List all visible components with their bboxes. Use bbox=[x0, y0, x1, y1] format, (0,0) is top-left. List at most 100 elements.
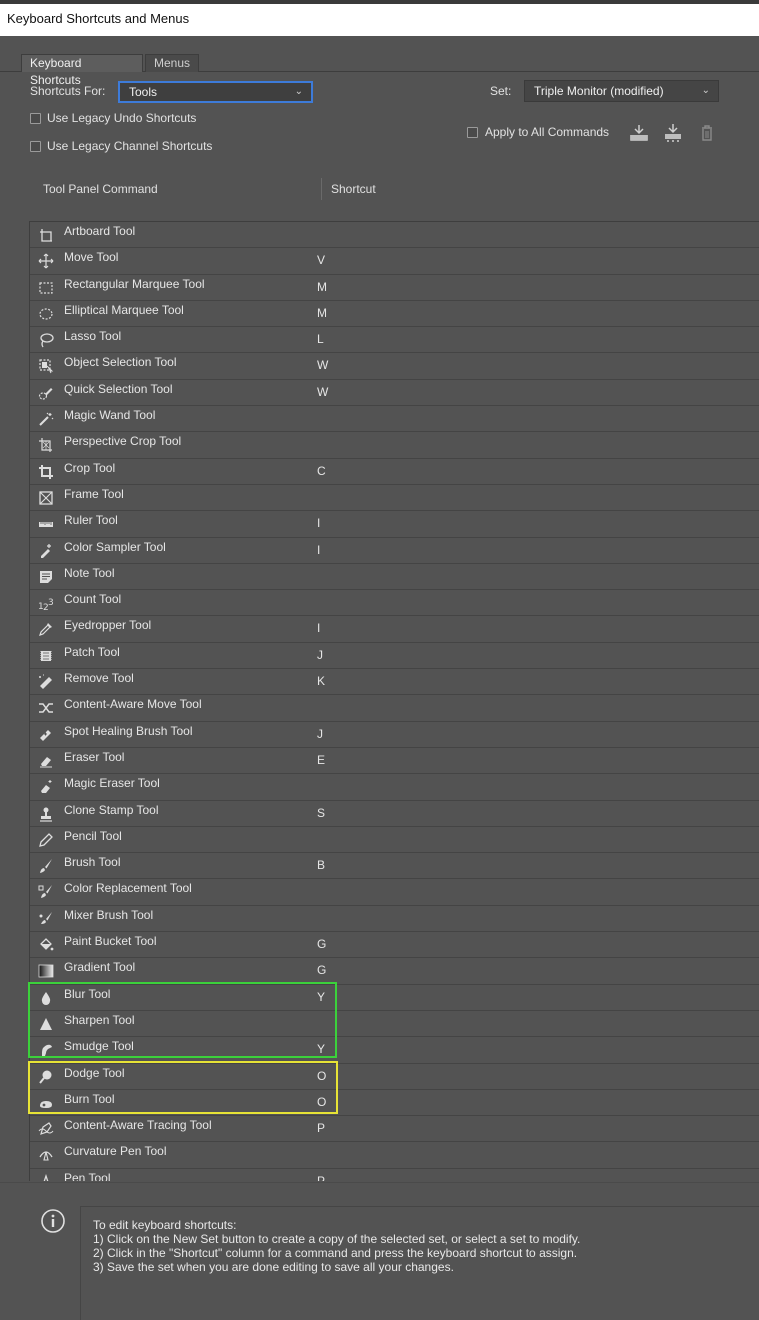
apply-all-checkbox[interactable] bbox=[467, 127, 478, 138]
ruler-icon bbox=[38, 516, 54, 532]
tab-keyboard-shortcuts[interactable]: Keyboard Shortcuts bbox=[21, 54, 143, 87]
tab-strip: Keyboard Shortcuts Menus bbox=[0, 54, 759, 87]
tool-shortcut[interactable]: L bbox=[317, 332, 324, 346]
tool-row[interactable]: Gradient Tool G bbox=[30, 958, 759, 985]
spot-healing-icon bbox=[38, 727, 54, 743]
tool-row[interactable]: Artboard Tool bbox=[30, 222, 759, 249]
smudge-icon bbox=[38, 1042, 54, 1058]
tool-row[interactable]: Elliptical Marquee Tool M bbox=[30, 301, 759, 328]
tool-row[interactable]: Blur Tool Y bbox=[30, 985, 759, 1011]
trash-icon[interactable] bbox=[696, 123, 718, 143]
tool-shortcut[interactable]: M bbox=[317, 280, 327, 294]
tool-shortcut[interactable]: M bbox=[317, 306, 327, 320]
tool-row[interactable]: Content-Aware Move Tool bbox=[30, 695, 759, 722]
tool-row[interactable]: Magic Wand Tool bbox=[30, 406, 759, 433]
legacy-undo-checkbox[interactable] bbox=[30, 113, 41, 124]
tool-row[interactable]: Mixer Brush Tool bbox=[30, 906, 759, 933]
tool-shortcut[interactable]: E bbox=[317, 753, 325, 767]
tool-row[interactable]: Color Sampler Tool I bbox=[30, 538, 759, 564]
legacy-channel-checkbox[interactable] bbox=[30, 141, 41, 152]
tool-shortcut[interactable]: W bbox=[317, 385, 328, 399]
tool-name: Mixer Brush Tool bbox=[64, 907, 154, 922]
blur-icon bbox=[38, 990, 54, 1006]
tool-row[interactable]: Clone Stamp Tool S bbox=[30, 801, 759, 827]
tool-name: Sharpen Tool bbox=[64, 1012, 135, 1027]
tool-row[interactable]: 1 2 3 Count Tool bbox=[30, 590, 759, 617]
tool-shortcut[interactable]: I bbox=[317, 621, 320, 635]
tool-row[interactable]: Dodge Tool O bbox=[30, 1064, 759, 1090]
tool-shortcut[interactable]: C bbox=[317, 464, 326, 478]
tool-shortcut[interactable]: W bbox=[317, 358, 328, 372]
tool-name: Magic Eraser Tool bbox=[64, 776, 160, 791]
chevron-down-icon: ⌄ bbox=[701, 85, 710, 96]
tool-row[interactable]: Pencil Tool bbox=[30, 827, 759, 854]
patch-icon bbox=[38, 648, 54, 664]
tool-name: Content-Aware Move Tool bbox=[64, 697, 202, 712]
tool-row[interactable]: Quick Selection Tool W bbox=[30, 380, 759, 407]
color-sampler-icon bbox=[38, 543, 54, 559]
tool-row[interactable]: Pen Tool P bbox=[30, 1169, 759, 1181]
tool-shortcut[interactable]: J bbox=[317, 727, 323, 741]
tool-shortcut[interactable]: G bbox=[317, 963, 326, 977]
tool-row[interactable]: Spot Healing Brush Tool J bbox=[30, 722, 759, 748]
lasso-icon bbox=[38, 332, 54, 348]
tool-shortcut[interactable]: J bbox=[317, 648, 323, 662]
gradient-icon bbox=[38, 963, 54, 979]
command-column-header[interactable]: Tool Panel Command bbox=[43, 176, 158, 202]
tool-row[interactable]: Curvature Pen Tool bbox=[30, 1142, 759, 1169]
shortcut-column-header[interactable]: Shortcut bbox=[331, 176, 376, 202]
tool-shortcut[interactable]: P bbox=[317, 1121, 325, 1135]
tool-shortcut[interactable]: O bbox=[317, 1069, 326, 1083]
tool-name: Move Tool bbox=[64, 250, 119, 265]
tool-shortcut[interactable]: B bbox=[317, 858, 325, 872]
tool-shortcut[interactable]: S bbox=[317, 806, 325, 820]
tool-shortcut[interactable]: G bbox=[317, 937, 326, 951]
tool-name: Content-Aware Tracing Tool bbox=[64, 1118, 212, 1133]
tool-name: Spot Healing Brush Tool bbox=[64, 723, 193, 738]
tool-row[interactable]: Crop Tool C bbox=[30, 459, 759, 485]
count-icon: 123 bbox=[38, 595, 54, 613]
tool-row[interactable]: Frame Tool bbox=[30, 485, 759, 512]
tool-row[interactable]: Burn Tool O bbox=[30, 1090, 759, 1117]
tool-name: Quick Selection Tool bbox=[64, 381, 173, 396]
tool-row[interactable]: Smudge Tool Y bbox=[30, 1037, 759, 1064]
tool-row[interactable]: Sharpen Tool bbox=[30, 1011, 759, 1038]
tool-name: Lasso Tool bbox=[64, 329, 122, 344]
tool-row[interactable]: Content-Aware Tracing Tool P bbox=[30, 1116, 759, 1143]
tool-row[interactable]: Eraser Tool E bbox=[30, 748, 759, 775]
save-set-icon[interactable] bbox=[628, 123, 650, 143]
shortcuts-for-select[interactable]: Tools ⌄ bbox=[118, 81, 313, 103]
apply-all-label: Apply to All Commands bbox=[485, 125, 610, 139]
mixer-brush-icon bbox=[38, 911, 54, 927]
tool-command-list[interactable]: Artboard Tool Move Tool V Rectangular Marqu… bbox=[29, 221, 759, 1181]
tool-shortcut[interactable]: O bbox=[317, 1095, 326, 1109]
tool-row[interactable]: Object Selection Tool W bbox=[30, 353, 759, 380]
tool-row[interactable]: Perspective Crop Tool bbox=[30, 432, 759, 459]
tool-row[interactable]: Remove Tool K bbox=[30, 669, 759, 696]
tool-row[interactable]: Ruler Tool I bbox=[30, 511, 759, 538]
tool-shortcut[interactable]: Y bbox=[317, 990, 325, 1004]
tool-row[interactable]: Rectangular Marquee Tool M bbox=[30, 275, 759, 301]
tool-shortcut[interactable]: Y bbox=[317, 1042, 325, 1056]
tool-name: Color Sampler Tool bbox=[64, 539, 166, 554]
tool-row[interactable]: Magic Eraser Tool bbox=[30, 774, 759, 801]
tool-name: Elliptical Marquee Tool bbox=[64, 302, 184, 317]
tab-menus[interactable]: Menus bbox=[145, 54, 199, 72]
new-set-icon[interactable] bbox=[662, 123, 684, 143]
tool-row[interactable]: Lasso Tool L bbox=[30, 327, 759, 354]
tool-row[interactable]: Patch Tool J bbox=[30, 643, 759, 670]
tool-row[interactable]: Eyedropper Tool I bbox=[30, 616, 759, 643]
tool-shortcut[interactable]: P bbox=[317, 1174, 325, 1181]
tool-shortcut[interactable]: K bbox=[317, 674, 325, 688]
tool-row[interactable]: Move Tool V bbox=[30, 248, 759, 275]
tool-shortcut[interactable]: I bbox=[317, 516, 320, 530]
tool-shortcut[interactable]: V bbox=[317, 253, 325, 267]
tool-shortcut[interactable]: I bbox=[317, 543, 320, 557]
tool-name: Burn Tool bbox=[64, 1091, 115, 1106]
tool-row[interactable]: Color Replacement Tool bbox=[30, 879, 759, 906]
tool-row[interactable]: Note Tool bbox=[30, 564, 759, 591]
column-separator[interactable] bbox=[321, 178, 322, 200]
tool-row[interactable]: Brush Tool B bbox=[30, 853, 759, 880]
set-select[interactable]: Triple Monitor (modified) ⌄ bbox=[524, 80, 719, 102]
tool-row[interactable]: Paint Bucket Tool G bbox=[30, 932, 759, 959]
